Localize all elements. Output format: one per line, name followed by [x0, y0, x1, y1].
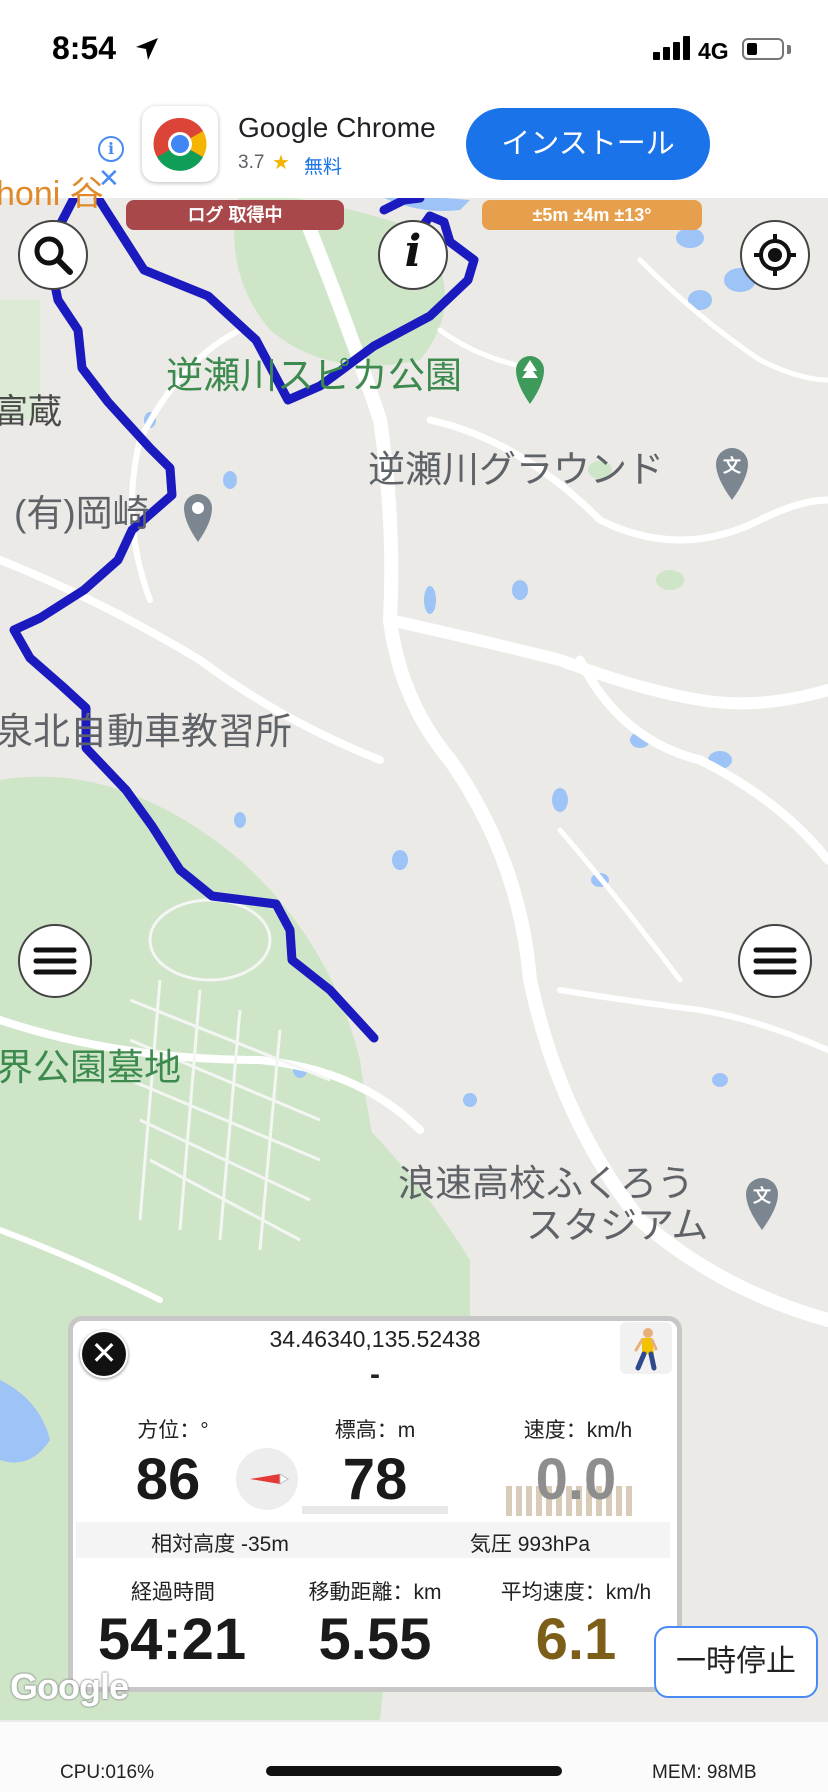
left-menu-button[interactable] — [18, 924, 92, 998]
memory-usage: MEM: 98MB — [652, 1762, 757, 1783]
map-label-tomikura: 富蔵 — [0, 393, 62, 431]
avg-speed-label: 平均速度：km/h — [500, 1581, 652, 1604]
status-time: 8:54 — [52, 30, 117, 66]
ad-rating: 3.7 — [238, 152, 265, 173]
info-button[interactable]: i — [378, 220, 448, 290]
close-panel-button[interactable]: ✕ — [80, 1330, 128, 1378]
pressure: 気圧 993hPa — [469, 1533, 591, 1556]
info-icon[interactable]: i — [98, 136, 124, 162]
park-pin-icon — [516, 356, 544, 404]
relative-altitude: 相対高度 -35m — [151, 1533, 289, 1556]
locate-button[interactable] — [740, 220, 810, 290]
place-pin-icon — [184, 494, 212, 542]
map-label-park: 逆瀬川スピカ公園 — [166, 355, 462, 396]
svg-text:文: 文 — [753, 1185, 772, 1207]
star-icon: ★ — [272, 152, 290, 174]
map-label-driving-school: 泉北自動車教習所 — [0, 711, 292, 752]
right-menu-button[interactable] — [738, 924, 812, 998]
pause-button[interactable]: 一時停止 — [654, 1626, 818, 1698]
menu-icon — [33, 947, 77, 975]
map-label-okazaki: (有)岡崎 — [14, 493, 150, 534]
locate-icon — [754, 234, 796, 276]
coordinates: 34.46340,135.52438 — [269, 1326, 481, 1352]
walker-icon[interactable] — [620, 1322, 672, 1374]
distance-value: 5.55 — [318, 1607, 432, 1672]
map-label-partial: honi 谷 — [0, 175, 104, 213]
network-type: 4G — [698, 38, 729, 64]
search-icon — [34, 236, 73, 275]
elapsed-label: 経過時間 — [131, 1581, 215, 1604]
home-indicator[interactable] — [266, 1766, 562, 1776]
chrome-logo-icon — [142, 106, 218, 182]
google-logo: Google — [10, 1666, 129, 1707]
info-italic-icon: i — [404, 226, 422, 277]
school-pin-icon: 文 — [716, 448, 748, 500]
speed-label: 速度：km/h — [523, 1419, 633, 1442]
speed-value: 0.0 — [535, 1447, 617, 1512]
compass-icon — [236, 1448, 298, 1510]
install-button[interactable]: インストール — [466, 108, 710, 180]
search-button[interactable] — [18, 220, 88, 290]
altitude-value: 78 — [342, 1447, 408, 1512]
location-arrow-icon — [136, 38, 158, 60]
altitude-label: 標高：m — [334, 1419, 416, 1442]
avg-speed-value: 6.1 — [535, 1607, 617, 1672]
battery-tip — [787, 45, 791, 54]
elapsed-value: 54:21 — [97, 1607, 247, 1672]
svg-text:文: 文 — [723, 455, 742, 477]
place-name: - — [370, 1358, 380, 1391]
menu-icon — [753, 947, 797, 975]
accuracy-badge: ±5m ±4m ±13° — [482, 200, 702, 230]
map-label-stadium-line1: 浪速高校ふくろう — [398, 1163, 694, 1204]
school-pin-icon: 文 — [746, 1178, 778, 1230]
map-label-stadium-line2: スタジアム — [526, 1205, 709, 1246]
distance-label: 移動距離：km — [308, 1581, 442, 1604]
ad-price: 無料 — [304, 157, 343, 178]
ad-app-name[interactable]: Google Chrome — [238, 112, 436, 144]
cpu-usage: CPU:016% — [60, 1762, 154, 1783]
map-label-ground: 逆瀬川グラウンド — [368, 449, 664, 490]
log-status-badge: ログ 取得中 — [126, 200, 344, 230]
map-label-cemetery: 界公園墓地 — [0, 1047, 181, 1088]
battery-icon — [742, 38, 784, 60]
heading-label: 方位：° — [137, 1419, 209, 1442]
heading-value: 86 — [135, 1447, 201, 1512]
